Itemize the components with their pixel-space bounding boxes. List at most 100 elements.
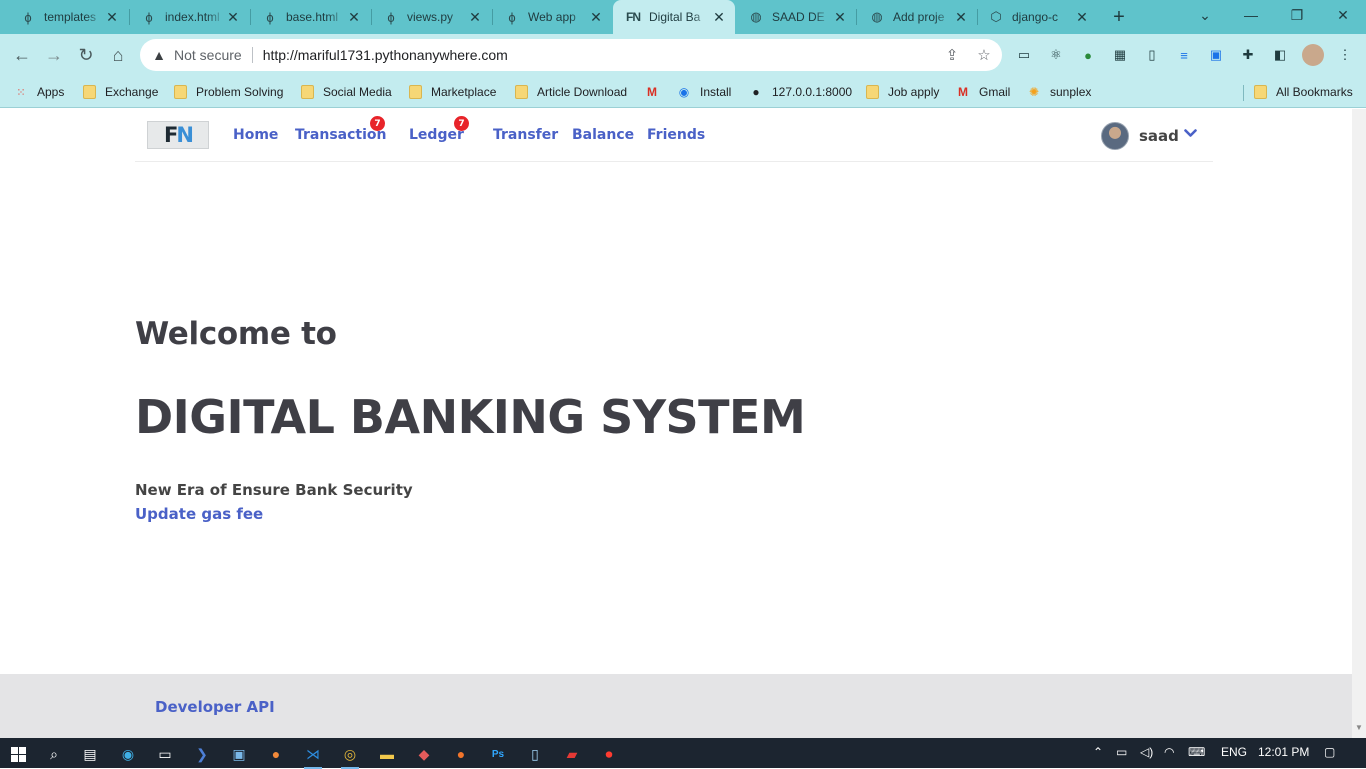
profile-avatar-icon[interactable] — [1302, 44, 1324, 66]
url-text[interactable]: http://mariful1731.pythonanywhere.com — [263, 47, 508, 63]
user-name[interactable]: saad — [1139, 127, 1179, 145]
scroll-down-arrow-icon[interactable]: ▼ — [1355, 723, 1363, 732]
chrome-icon[interactable]: ◎ — [339, 743, 361, 769]
extensions-puzzle-icon[interactable]: ✚ — [1238, 45, 1258, 65]
nav-friends[interactable]: Friends — [647, 127, 705, 143]
site-logo[interactable]: FN — [147, 121, 209, 149]
hero-welcome-heading: Welcome to — [135, 316, 337, 352]
notepad-icon[interactable]: ▯ — [524, 743, 546, 765]
tray-overflow-chevron-icon[interactable]: ⌃ — [1093, 745, 1103, 759]
all-bookmarks[interactable]: All Bookmarks — [1253, 82, 1353, 102]
page-scrollbar[interactable]: ▼ — [1352, 109, 1366, 738]
update-gas-fee-link[interactable]: Update gas fee — [135, 505, 263, 523]
bookmark-star-icon[interactable]: ☆ — [974, 45, 994, 65]
qr-code-icon[interactable]: ▦ — [1110, 45, 1130, 65]
tab-django[interactable]: ⬡ django-c ✕ — [978, 0, 1098, 34]
developer-api-link[interactable]: Developer API — [155, 698, 275, 716]
bookmark-marketplace[interactable]: Marketplace — [408, 82, 496, 102]
forward-arrow-icon[interactable]: → — [41, 42, 67, 68]
close-icon[interactable]: ✕ — [1074, 9, 1090, 25]
windows-start-icon[interactable] — [7, 743, 29, 765]
close-icon[interactable]: ✕ — [953, 9, 969, 25]
postman-icon[interactable]: ● — [265, 743, 287, 765]
globe-extension-icon[interactable]: ● — [1078, 45, 1098, 65]
tab-saad-dev[interactable]: ◍ SAAD DE ✕ — [736, 0, 856, 34]
bookmark-sunplex[interactable]: ✺ sunplex — [1027, 82, 1091, 102]
powershell-icon[interactable]: ❯ — [191, 743, 213, 765]
task-view-icon[interactable]: ▤ — [79, 743, 101, 765]
back-arrow-icon[interactable]: ← — [9, 42, 35, 68]
minimize-icon[interactable]: — — [1228, 0, 1274, 30]
close-icon[interactable]: ✕ — [711, 9, 727, 25]
close-window-icon[interactable]: ✕ — [1320, 0, 1366, 30]
ledger-notification-badge: 7 — [454, 116, 469, 131]
code-extension-icon[interactable]: ≡ — [1174, 45, 1194, 65]
close-icon[interactable]: ✕ — [225, 9, 241, 25]
address-bar[interactable]: ▲ Not secure http://mariful1731.pythonan… — [140, 39, 1002, 71]
nav-balance[interactable]: Balance — [572, 127, 634, 143]
wifi-icon[interactable]: ◠ — [1164, 745, 1174, 759]
browser-toolbar: ← → ↻ ⌂ ▲ Not secure http://mariful1731.… — [0, 34, 1366, 76]
search-icon[interactable]: ⌕ — [43, 743, 65, 765]
bookmark-exchange[interactable]: Exchange — [82, 82, 158, 102]
firefox-icon[interactable]: ● — [450, 743, 472, 765]
screen-recorder-icon[interactable]: ⏺ — [598, 743, 620, 765]
menu-kebab-icon[interactable]: ⋮ — [1335, 45, 1355, 65]
document-extension-icon[interactable]: ▯ — [1142, 45, 1162, 65]
bookmark-article-download[interactable]: Article Download — [514, 82, 627, 102]
user-avatar[interactable] — [1101, 122, 1129, 150]
chevron-down-icon[interactable] — [1182, 125, 1198, 141]
tab-search-chevron-icon[interactable]: ⌄ — [1182, 0, 1228, 30]
keyboard-icon[interactable]: ⌨ — [1188, 745, 1205, 759]
bookmark-install[interactable]: ◉ Install — [677, 82, 732, 102]
remote-desktop-icon[interactable]: ▣ — [228, 743, 250, 765]
new-tab-button[interactable]: + — [1108, 6, 1130, 28]
warning-triangle-icon[interactable]: ▲ — [150, 46, 168, 64]
tab-index-html[interactable]: ϕ index.html ✕ — [121, 0, 249, 34]
input-language[interactable]: ENG — [1221, 745, 1247, 759]
close-icon[interactable]: ✕ — [467, 9, 483, 25]
windows-taskbar: ⌕ ▤ ◉ ▭ ❯ ▣ ● ⋊ ◎ ▬ ◆ ● Ps ▯ ▰ ⏺ ⌃ ▭ ◁) … — [0, 738, 1366, 769]
tab-add-project[interactable]: ◍ Add proje ✕ — [857, 0, 977, 34]
react-devtools-icon[interactable]: ⚛ — [1046, 45, 1066, 65]
pdf-reader-icon[interactable]: ▰ — [561, 743, 583, 765]
anydesk-icon[interactable]: ◆ — [413, 743, 435, 765]
edge-icon[interactable]: ◉ — [117, 743, 139, 765]
tab-templates[interactable]: ϕ templates ✕ — [0, 0, 128, 34]
restore-icon[interactable]: ❐ — [1274, 0, 1320, 30]
nav-transfer[interactable]: Transfer — [493, 127, 558, 143]
bookmark-gmail-shortcut[interactable]: M — [645, 82, 668, 102]
nav-home[interactable]: Home — [233, 127, 278, 143]
bookmark-social-media[interactable]: Social Media — [300, 82, 392, 102]
terminal-icon[interactable]: ▭ — [154, 743, 176, 765]
tab-views-py[interactable]: ϕ views.py ✕ — [363, 0, 491, 34]
photoshop-icon[interactable]: Ps — [487, 743, 509, 765]
bookmark-problem-solving[interactable]: Problem Solving — [173, 82, 283, 102]
tab-web-app[interactable]: ϕ Web app ✕ — [484, 0, 612, 34]
security-status[interactable]: Not secure — [174, 47, 242, 63]
file-explorer-icon[interactable]: ▬ — [376, 743, 398, 765]
screen-extension-icon[interactable]: ▣ — [1206, 45, 1226, 65]
close-icon[interactable]: ✕ — [588, 9, 604, 25]
close-icon[interactable]: ✕ — [832, 9, 848, 25]
clock[interactable]: 12:01 PM — [1258, 745, 1309, 759]
tab-base-html[interactable]: ϕ base.html ✕ — [242, 0, 370, 34]
bookmark-localhost[interactable]: ● 127.0.0.1:8000 — [749, 82, 852, 102]
share-icon[interactable]: ⇪ — [942, 45, 962, 65]
bookmark-apps[interactable]: ⁙ Apps — [14, 82, 64, 102]
nav-ledger[interactable]: Ledger — [409, 127, 464, 143]
notifications-icon[interactable]: ▢ — [1324, 745, 1335, 759]
reload-icon[interactable]: ↻ — [73, 42, 99, 68]
bookmark-job-apply[interactable]: Job apply — [865, 82, 939, 102]
close-icon[interactable]: ✕ — [104, 9, 120, 25]
close-icon[interactable]: ✕ — [346, 9, 362, 25]
gmail-icon: M — [647, 85, 657, 99]
battery-icon[interactable]: ▭ — [1116, 745, 1127, 759]
volume-icon[interactable]: ◁) — [1140, 745, 1153, 759]
side-panel-icon[interactable]: ◧ — [1270, 45, 1290, 65]
tab-digital-banking[interactable]: FN Digital Ba ✕ — [613, 0, 735, 34]
bookmark-gmail[interactable]: M Gmail — [956, 82, 1010, 102]
vscode-icon[interactable]: ⋊ — [302, 743, 324, 769]
home-icon[interactable]: ⌂ — [105, 42, 131, 68]
cast-extension-icon[interactable]: ▭ — [1014, 45, 1034, 65]
